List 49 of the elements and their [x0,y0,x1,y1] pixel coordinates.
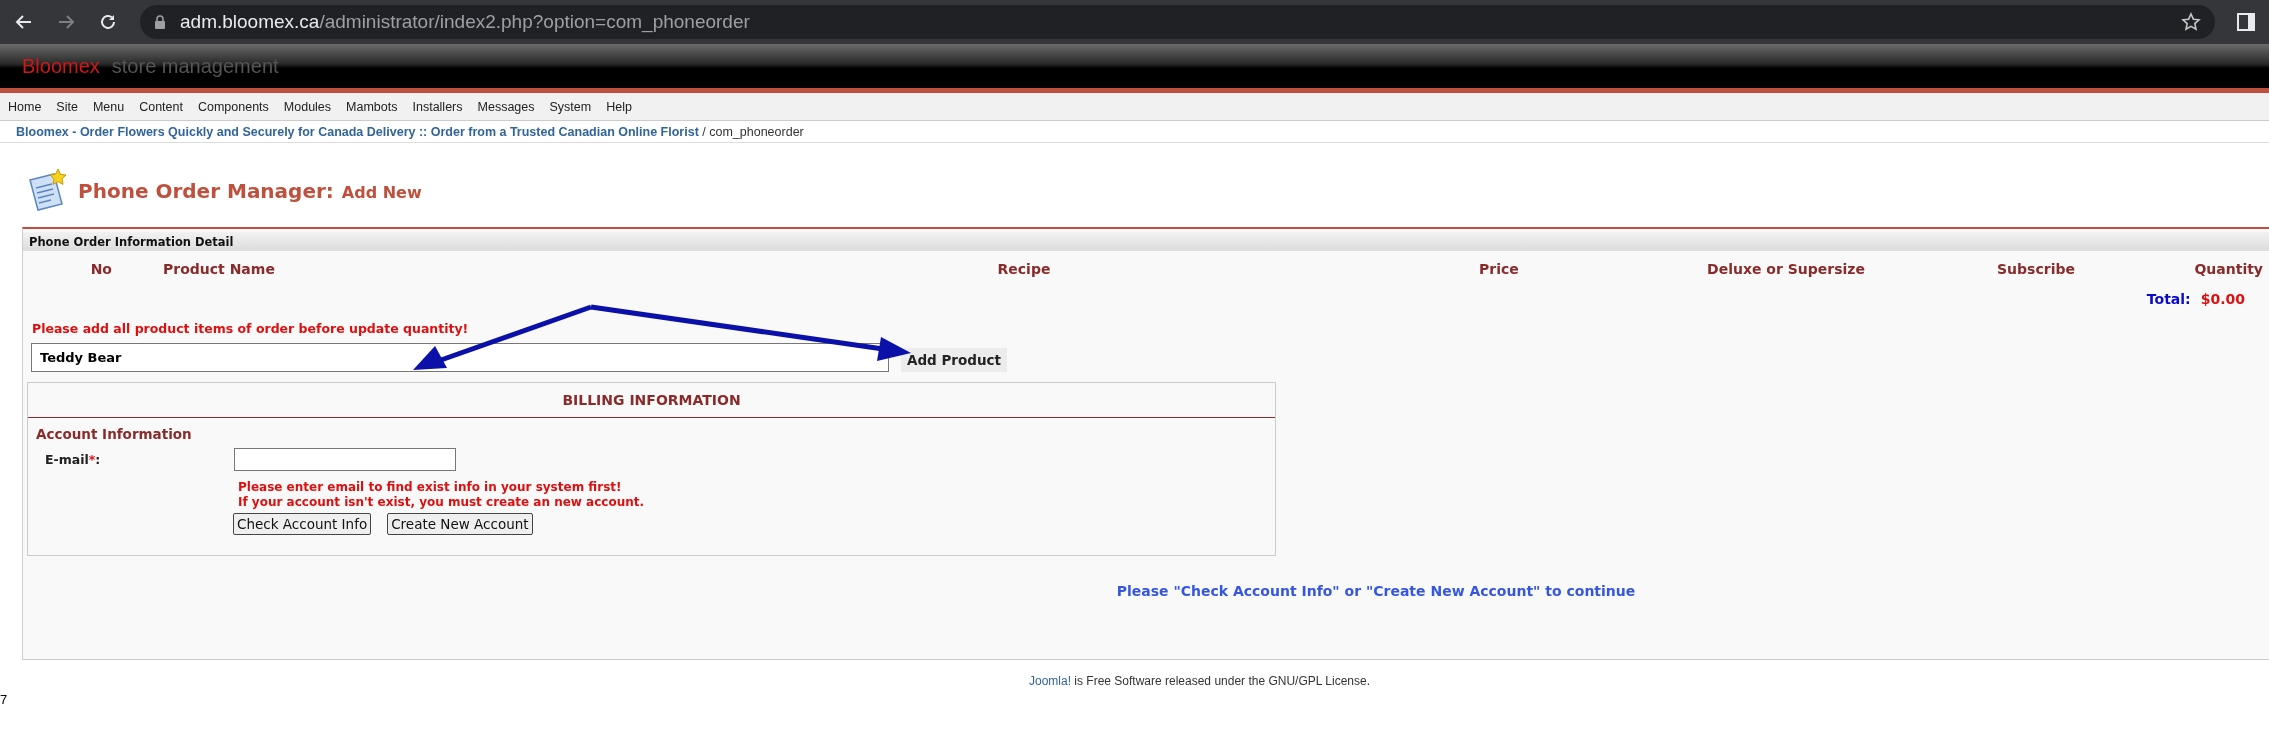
panel-title: Phone Order Information Detail [29,234,234,249]
account-button[interactable]: Create New Account [387,513,533,535]
bookmark-star-icon[interactable] [2181,12,2201,32]
menu-item[interactable]: Components [197,99,269,114]
footer-text: Joomla! is Free Software released under the GNU/GPL License. [1027,674,1372,688]
column-header: Product Name [163,261,275,279]
total-value: $0.00 [2200,291,2245,307]
stray-text: 7 [0,692,9,707]
menu-item[interactable]: Installers [412,99,463,114]
column-header: Deluxe or Supersize [1707,261,1865,279]
menu-item[interactable]: Modules [283,99,332,114]
section-heading: Account Information [36,426,193,442]
breadcrumb: Bloomex - Order Flowers Quickly and Securely for Canada Delivery :: Order from a Trusted Canadian Online Florist / com_phoneorder [16,124,804,139]
reload-icon[interactable] [98,12,118,32]
address-bar[interactable]: adm.bloomex.ca/administrator/index2.php?option=com_phoneorder [140,5,2215,39]
billing-title: BILLING INFORMATION [562,392,741,408]
menu-item[interactable]: Help [606,99,632,114]
product-field[interactable]: Teddy Bear [31,342,889,372]
menu-item[interactable]: System [549,99,592,114]
page-subtitle: Add New [341,182,422,202]
menu-item[interactable]: Menu [92,99,125,114]
logo-brand: Bloomex [22,54,100,78]
add-product-button[interactable]: Add Product [901,348,1008,372]
menu-item[interactable]: Site [56,99,78,114]
email-label: E-mail [45,452,89,467]
menu-item[interactable]: Messages [477,99,535,114]
required-asterisk: * [88,452,96,467]
label-colon: : [95,452,101,467]
column-header: Price [1479,261,1519,279]
breadcrumb-link[interactable]: Bloomex - Order Flowers Quickly and Securely for Canada Delivery :: Order from a Trusted Canadian Online Florist [16,124,699,139]
page-title: Phone Order Manager: [78,179,334,203]
hint-text: Please enter email to find exist info in your system first! [238,480,623,495]
column-header: Recipe [997,261,1051,279]
lock-icon[interactable] [154,15,166,29]
total-label: Total: [2146,291,2191,307]
menu-item[interactable]: Home [8,99,42,114]
side-panel-icon[interactable] [2237,13,2255,31]
footer-link[interactable]: Joomla! [1028,674,1071,688]
column-header: No [90,261,112,279]
warning-text: Please add all product items of order before update quantity! [32,321,470,336]
menu-item[interactable]: Mambots [346,99,398,114]
column-header: Quantity [2194,261,2263,279]
continue-note: Please "Check Account Info" or "Create New Account" to continue [1115,583,1637,599]
column-header: Subscribe [1997,261,2075,279]
account-button[interactable]: Check Account Info [233,513,372,535]
hint-text: If your account isn't exist, you must create an new account. [238,495,646,510]
logo-tagline: store management [111,54,279,78]
menu-item[interactable]: Content [139,99,183,114]
email-field[interactable] [234,448,456,471]
